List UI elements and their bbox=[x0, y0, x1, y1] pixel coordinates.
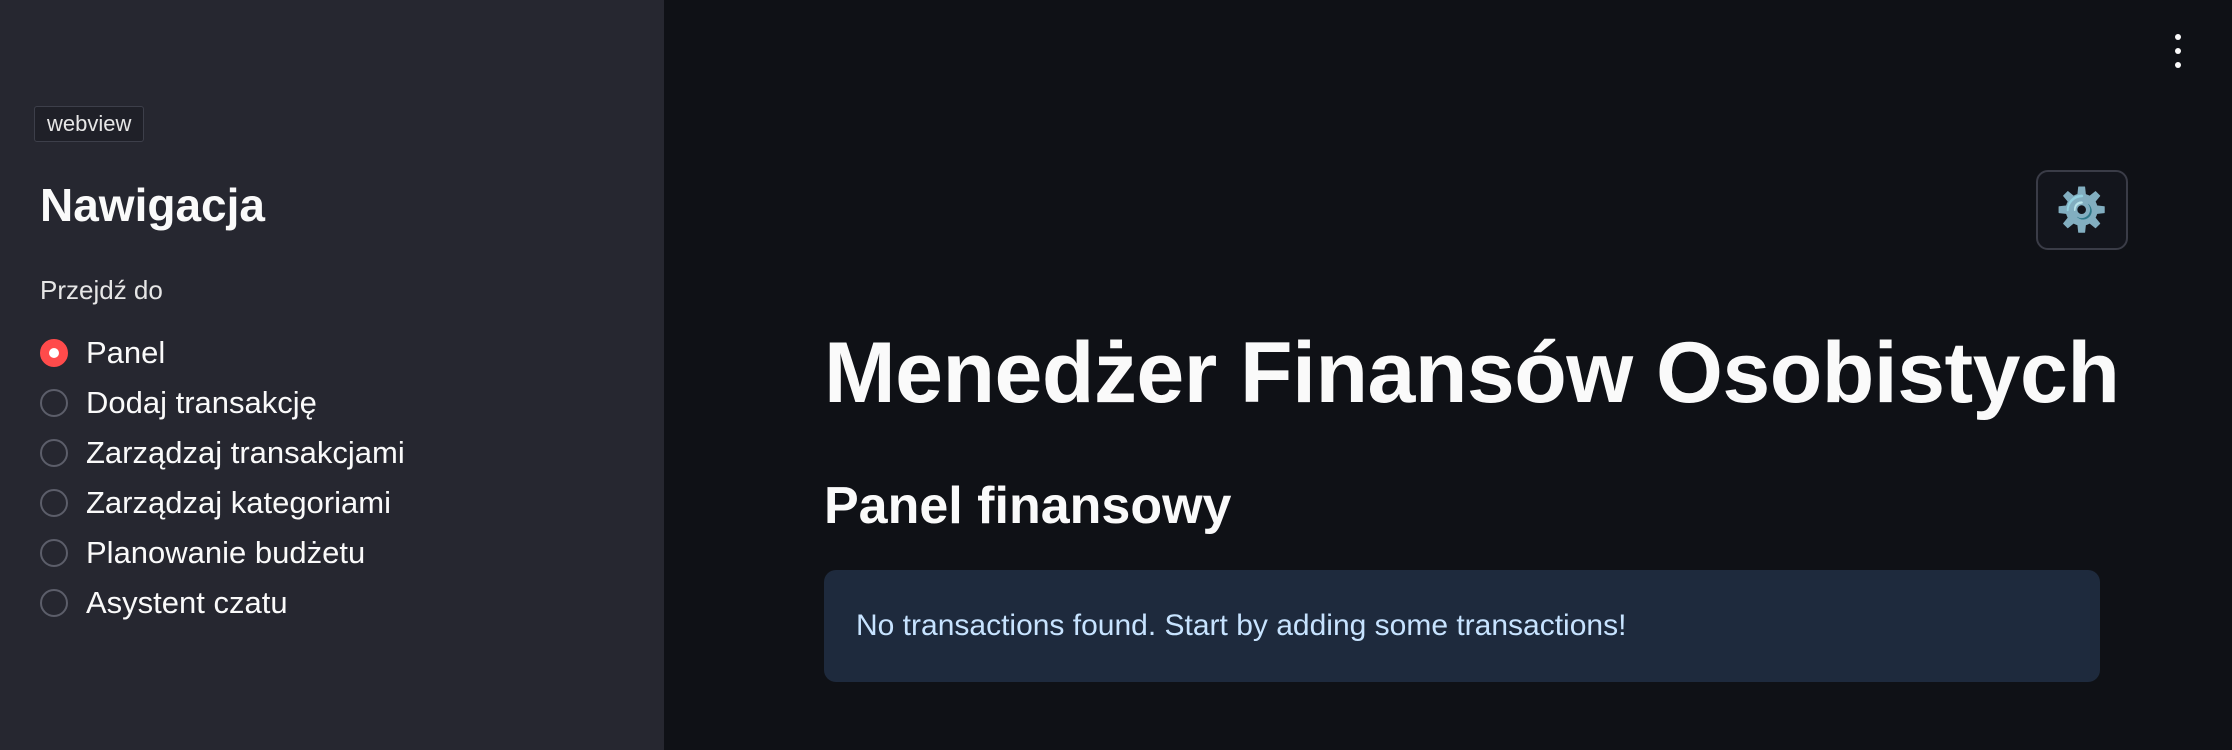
menu-dot bbox=[2175, 34, 2181, 40]
radio-button[interactable] bbox=[40, 389, 68, 417]
sidebar: webview Nawigacja Przejdź do Panel Dodaj… bbox=[0, 0, 664, 750]
nav-option-label: Zarządzaj transakcjami bbox=[86, 435, 405, 470]
info-alert: No transactions found. Start by adding s… bbox=[824, 570, 2100, 682]
nav-option-manage-categories[interactable]: Zarządzaj kategoriami bbox=[40, 478, 405, 528]
radio-group-label: Przejdź do bbox=[40, 275, 163, 305]
menu-dot bbox=[2175, 62, 2181, 68]
nav-option-label: Planowanie budżetu bbox=[86, 535, 366, 570]
nav-option-label: Zarządzaj kategoriami bbox=[86, 485, 391, 520]
radio-button[interactable] bbox=[40, 539, 68, 567]
nav-option-label: Panel bbox=[86, 335, 166, 370]
settings-button[interactable]: ⚙️ bbox=[2036, 170, 2128, 250]
nav-option-panel[interactable]: Panel bbox=[40, 328, 405, 378]
kebab-menu-icon[interactable] bbox=[2168, 34, 2188, 68]
radio-button-checked[interactable] bbox=[40, 339, 68, 367]
radio-button[interactable] bbox=[40, 489, 68, 517]
info-message: No transactions found. Start by adding s… bbox=[856, 609, 1627, 642]
sidebar-title: Nawigacja bbox=[40, 179, 265, 231]
gear-icon: ⚙️ bbox=[2055, 185, 2109, 233]
nav-option-chat-assistant[interactable]: Asystent czatu bbox=[40, 578, 405, 628]
webview-tag: webview bbox=[34, 106, 145, 142]
menu-dot bbox=[2175, 48, 2181, 54]
app-root: webview Nawigacja Przejdź do Panel Dodaj… bbox=[0, 0, 2232, 750]
radio-button[interactable] bbox=[40, 589, 68, 617]
radio-button[interactable] bbox=[40, 439, 68, 467]
section-title: Panel finansowy bbox=[824, 477, 1232, 535]
nav-option-label: Dodaj transakcję bbox=[86, 385, 317, 420]
navigation-radio-group: Panel Dodaj transakcję Zarządzaj transak… bbox=[40, 328, 405, 628]
page-title: Menedżer Finansów Osobistych bbox=[824, 325, 2120, 421]
nav-option-label: Asystent czatu bbox=[86, 585, 288, 620]
nav-option-budget-planning[interactable]: Planowanie budżetu bbox=[40, 528, 405, 578]
main-content: ⚙️ Menedżer Finansów Osobistych Panel fi… bbox=[664, 0, 2232, 750]
nav-option-manage-transactions[interactable]: Zarządzaj transakcjami bbox=[40, 428, 405, 478]
nav-option-add-transaction[interactable]: Dodaj transakcję bbox=[40, 378, 405, 428]
